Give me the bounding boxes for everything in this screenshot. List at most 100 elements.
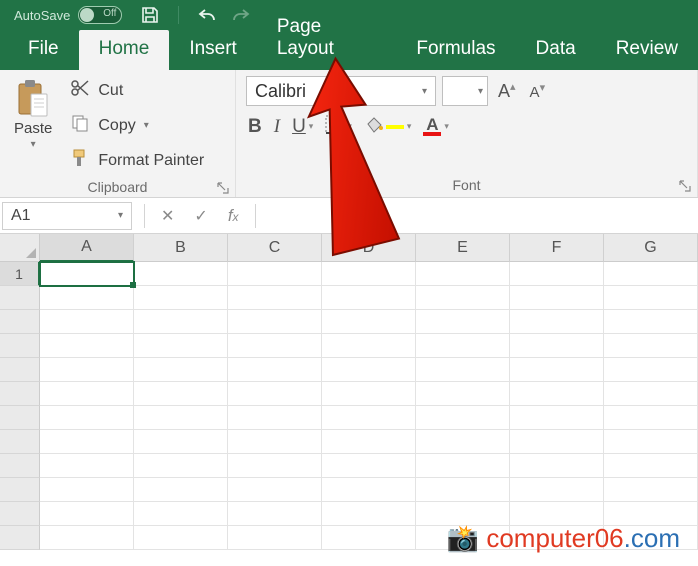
cell[interactable] (604, 262, 698, 286)
cell[interactable] (510, 310, 604, 334)
cell[interactable] (134, 358, 228, 382)
cell[interactable] (322, 286, 416, 310)
cell[interactable] (604, 286, 698, 310)
cell[interactable] (228, 430, 322, 454)
tab-insert[interactable]: Insert (169, 30, 257, 70)
cell[interactable] (416, 454, 510, 478)
column-header[interactable]: A (40, 234, 134, 262)
tab-data[interactable]: Data (516, 30, 596, 70)
increase-font-button[interactable]: A▴ (494, 78, 520, 104)
cell[interactable] (604, 406, 698, 430)
cell[interactable] (322, 406, 416, 430)
undo-icon[interactable] (197, 6, 217, 24)
cell[interactable] (604, 478, 698, 502)
cell[interactable] (228, 406, 322, 430)
cell[interactable] (604, 382, 698, 406)
paste-button[interactable]: Paste ▾ (10, 76, 56, 175)
tab-home[interactable]: Home (79, 30, 170, 70)
row-header[interactable] (0, 526, 40, 550)
cut-button[interactable]: Cut (66, 76, 208, 105)
cell[interactable] (134, 430, 228, 454)
cell[interactable] (228, 310, 322, 334)
dialog-launcher-icon[interactable] (217, 181, 229, 197)
underline-button[interactable]: U▾ (292, 116, 313, 138)
confirm-icon[interactable]: ✓ (184, 206, 217, 226)
cell[interactable] (416, 262, 510, 286)
column-header[interactable]: D (322, 234, 416, 262)
cell[interactable] (322, 334, 416, 358)
cell[interactable] (416, 478, 510, 502)
cell[interactable] (510, 454, 604, 478)
cell[interactable] (40, 526, 134, 550)
cell[interactable] (510, 382, 604, 406)
cell[interactable] (134, 502, 228, 526)
row-header[interactable]: 1 (0, 262, 40, 286)
cell[interactable] (228, 358, 322, 382)
cell[interactable] (40, 334, 134, 358)
font-color-button[interactable]: A ▾ (423, 117, 449, 136)
row-header[interactable] (0, 430, 40, 454)
cell[interactable] (40, 502, 134, 526)
cell[interactable] (322, 310, 416, 334)
cell[interactable] (228, 334, 322, 358)
cell[interactable] (510, 478, 604, 502)
redo-icon[interactable] (231, 6, 251, 24)
cell[interactable] (322, 454, 416, 478)
cell[interactable] (40, 286, 134, 310)
cell[interactable] (416, 310, 510, 334)
cancel-icon[interactable]: ✕ (151, 206, 184, 226)
column-header[interactable]: B (134, 234, 228, 262)
cell[interactable] (228, 478, 322, 502)
cell[interactable] (228, 262, 322, 286)
cell[interactable] (322, 478, 416, 502)
cell[interactable] (134, 406, 228, 430)
row-header[interactable] (0, 310, 40, 334)
bold-button[interactable]: B (248, 116, 262, 138)
fx-icon[interactable]: fx (218, 206, 249, 226)
worksheet-grid[interactable]: ABCDEFG 1 (0, 234, 698, 550)
row-header[interactable] (0, 454, 40, 478)
select-all-corner[interactable] (0, 234, 40, 262)
cell[interactable] (604, 430, 698, 454)
cell[interactable] (322, 382, 416, 406)
cell[interactable] (134, 286, 228, 310)
cell[interactable] (604, 310, 698, 334)
cell[interactable] (322, 430, 416, 454)
cell[interactable] (416, 286, 510, 310)
decrease-font-button[interactable]: A▾ (526, 79, 550, 103)
cell[interactable] (40, 262, 134, 286)
cell[interactable] (228, 286, 322, 310)
cell[interactable] (604, 358, 698, 382)
cell[interactable] (510, 430, 604, 454)
row-header[interactable] (0, 406, 40, 430)
cell[interactable] (134, 382, 228, 406)
autosave-control[interactable]: AutoSave Off (8, 6, 122, 24)
formula-bar-input[interactable] (262, 202, 698, 230)
borders-button[interactable]: ▾ (325, 115, 352, 139)
cell[interactable] (604, 454, 698, 478)
cell[interactable] (134, 334, 228, 358)
cell[interactable] (510, 262, 604, 286)
cell[interactable] (40, 406, 134, 430)
column-header[interactable]: F (510, 234, 604, 262)
cell[interactable] (40, 478, 134, 502)
cell[interactable] (228, 502, 322, 526)
cell[interactable] (322, 526, 416, 550)
row-header[interactable] (0, 502, 40, 526)
cell[interactable] (40, 358, 134, 382)
cell[interactable] (134, 454, 228, 478)
font-size-selector[interactable]: ▾ (442, 76, 488, 106)
cell[interactable] (510, 334, 604, 358)
tab-file[interactable]: File (8, 30, 79, 70)
cell[interactable] (228, 454, 322, 478)
row-header[interactable] (0, 358, 40, 382)
cell[interactable] (134, 310, 228, 334)
cell[interactable] (322, 502, 416, 526)
cell[interactable] (40, 382, 134, 406)
cell[interactable] (510, 286, 604, 310)
cell[interactable] (228, 382, 322, 406)
tab-page-layout[interactable]: Page Layout (257, 8, 397, 70)
row-header[interactable] (0, 382, 40, 406)
italic-button[interactable]: I (274, 116, 280, 138)
cell[interactable] (134, 262, 228, 286)
